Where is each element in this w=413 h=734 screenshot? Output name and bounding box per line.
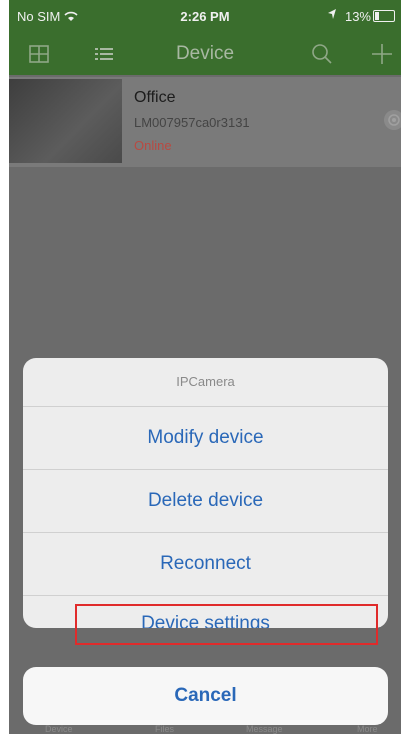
modify-device-button[interactable]: Modify device (23, 407, 388, 470)
nav-bar: No SIM 2:26 PM 13% Device (9, 0, 401, 75)
tab-device[interactable]: Device (45, 724, 73, 734)
tab-message[interactable]: Message (246, 724, 283, 734)
action-sheet-title: IPCamera (23, 358, 388, 407)
device-row[interactable]: Office LM007957ca0r3131 Online (9, 77, 401, 167)
reconnect-button[interactable]: Reconnect (23, 533, 388, 596)
camera-thumbnail[interactable] (9, 79, 122, 163)
page-title: Device (175, 43, 235, 64)
app-screen: No SIM 2:26 PM 13% Device Office LM00795… (9, 0, 401, 734)
tab-files[interactable]: Files (155, 724, 174, 734)
location-icon (328, 9, 336, 19)
battery-percent: 13% (344, 9, 371, 24)
delete-device-button[interactable]: Delete device (23, 470, 388, 533)
highlight-box (75, 604, 378, 645)
search-icon[interactable] (311, 43, 333, 65)
status-bar: No SIM 2:26 PM 13% (9, 0, 401, 30)
add-icon[interactable] (371, 43, 393, 65)
cancel-button[interactable]: Cancel (23, 667, 388, 725)
device-id: LM007957ca0r3131 (134, 115, 250, 130)
device-status: Online (134, 138, 172, 153)
action-sheet: IPCamera Modify device Delete device Rec… (23, 358, 388, 628)
tab-more[interactable]: More (357, 724, 378, 734)
gear-icon[interactable] (384, 110, 401, 130)
battery-icon (373, 10, 395, 22)
device-name: Office (134, 89, 176, 106)
clock: 2:26 PM (180, 9, 230, 24)
